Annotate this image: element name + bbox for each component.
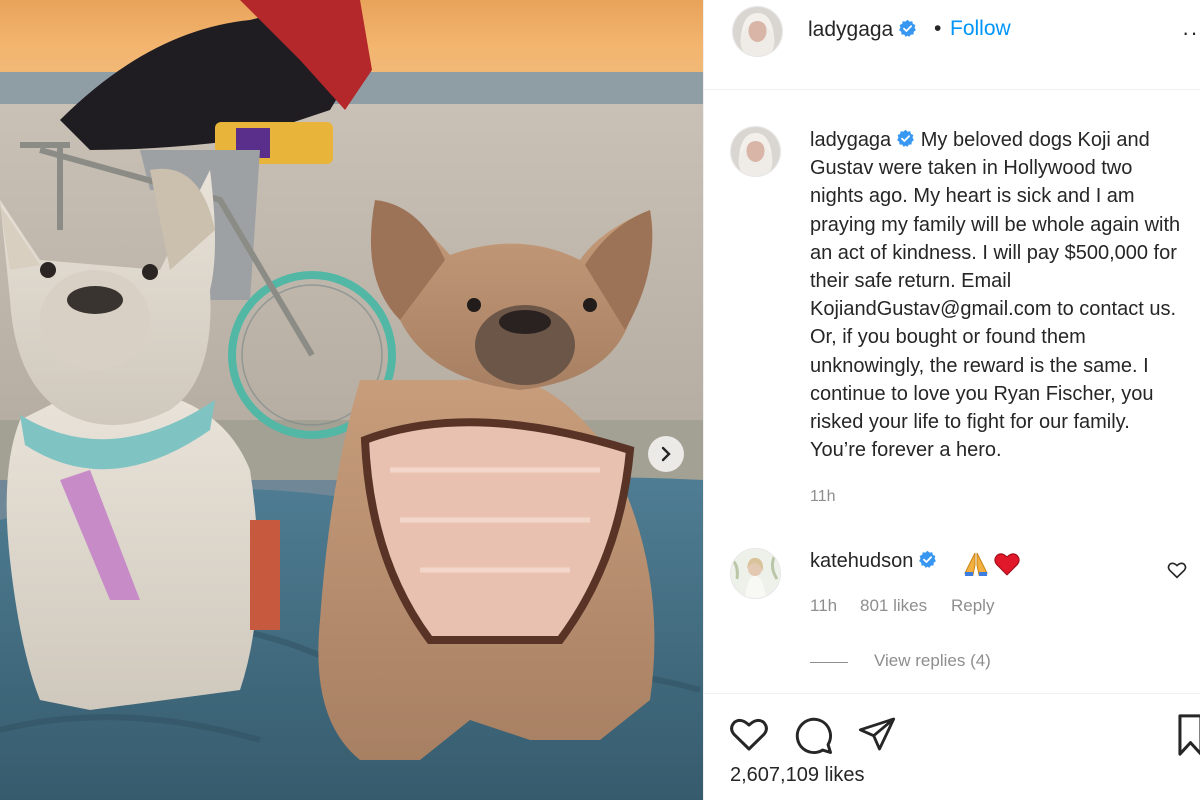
post-caption: ladygaga My beloved dogs Koji and Gustav… — [810, 126, 1190, 464]
bookmark-icon — [1178, 714, 1200, 756]
caption-avatar[interactable] — [730, 126, 781, 177]
save-button[interactable] — [1178, 714, 1200, 759]
heart-icon — [730, 718, 768, 751]
like-button[interactable] — [729, 715, 769, 756]
comment-emoji — [962, 551, 1021, 577]
red-heart-icon — [994, 553, 1021, 576]
post-actions: 2,607,109 likes — [704, 693, 1200, 801]
view-replies-button[interactable]: View replies (4) — [874, 651, 991, 671]
caption-username[interactable]: ladygaga — [810, 129, 891, 151]
caption-timestamp[interactable]: 11h — [810, 488, 836, 506]
comment-username-text[interactable]: katehudson — [810, 550, 913, 572]
chevron-right-icon — [661, 446, 671, 462]
comment-username[interactable]: katehudson — [810, 550, 937, 573]
verified-badge-icon — [897, 129, 915, 147]
verified-badge-icon — [919, 550, 937, 568]
follow-button[interactable]: Follow — [950, 17, 1011, 41]
dogs-on-beach-image — [0, 0, 703, 800]
comment-timestamp[interactable]: 11h — [810, 596, 837, 616]
carousel-next-button[interactable] — [648, 436, 684, 472]
author-username-text[interactable]: ladygaga — [808, 18, 893, 41]
reply-button[interactable]: Reply — [951, 596, 994, 616]
folded-hands-icon — [964, 552, 988, 576]
heart-icon — [1167, 562, 1187, 579]
post-header: ladygaga • Follow ··· — [704, 0, 1200, 90]
verified-badge-icon — [899, 19, 917, 37]
avatar[interactable] — [732, 6, 783, 57]
share-button[interactable] — [856, 714, 898, 757]
post-photo — [0, 0, 703, 800]
comment-like-count[interactable]: 801 likes — [860, 596, 927, 616]
comment-button[interactable] — [792, 714, 834, 759]
author-username[interactable]: ladygaga — [808, 18, 917, 42]
more-options-icon[interactable]: ··· — [1182, 20, 1200, 46]
header-separator: • — [934, 17, 942, 40]
comment-like-button[interactable] — [1167, 561, 1187, 582]
likes-count[interactable]: 2,607,109 likes — [730, 764, 865, 787]
comment-avatar[interactable] — [730, 548, 781, 599]
replies-divider — [810, 662, 848, 663]
post-panel: ladygaga • Follow ··· ladygaga My belove… — [703, 0, 1200, 800]
comment-icon — [795, 717, 832, 754]
paper-plane-icon — [858, 717, 896, 751]
caption-text: My beloved dogs Koji and Gustav were tak… — [810, 129, 1181, 462]
